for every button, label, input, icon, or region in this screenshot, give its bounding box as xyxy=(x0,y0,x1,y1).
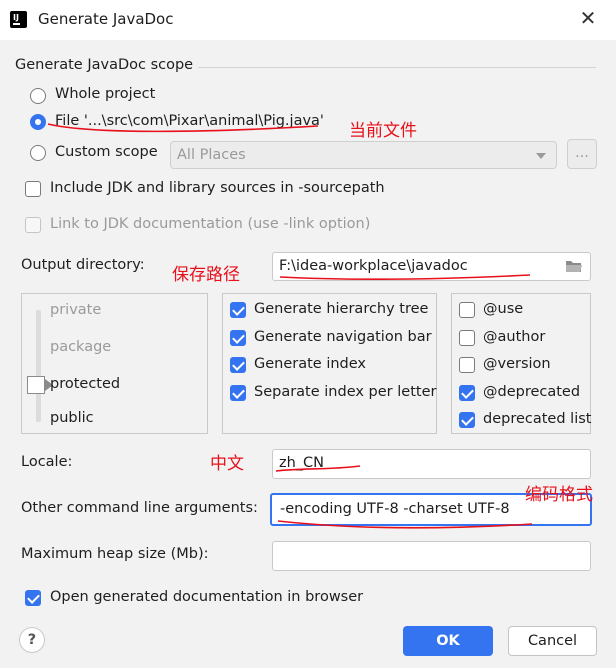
author-tag-checkbox[interactable] xyxy=(459,330,475,346)
file-scope-label[interactable]: File '...\src\com\Pixar\animal\Pig.java' xyxy=(55,113,324,129)
chevron-down-icon xyxy=(536,153,546,159)
locale-label: Locale: xyxy=(21,454,73,470)
section-separator xyxy=(198,67,596,68)
annotation-save-path: 保存路径 xyxy=(172,265,240,285)
heap-size-field[interactable] xyxy=(272,541,591,571)
deprecated-list-checkbox[interactable] xyxy=(459,412,475,428)
generate-index-label[interactable]: Generate index xyxy=(254,356,366,372)
help-button[interactable]: ? xyxy=(19,627,45,653)
custom-scope-radio[interactable] xyxy=(30,145,46,161)
link-jdk-label: Link to JDK documentation (use -link opt… xyxy=(50,216,371,232)
dialog-title: Generate JavaDoc xyxy=(38,10,174,28)
include-jdk-label[interactable]: Include JDK and library sources in -sour… xyxy=(50,180,385,196)
use-tag-checkbox[interactable] xyxy=(459,302,475,318)
close-icon[interactable]: ✕ xyxy=(576,6,600,30)
author-tag-label[interactable]: @author xyxy=(483,329,545,345)
intellij-app-icon: IJ xyxy=(9,10,28,29)
other-args-label: Other command line arguments: xyxy=(21,500,258,516)
whole-project-label[interactable]: Whole project xyxy=(55,86,155,102)
visibility-package[interactable]: package xyxy=(50,339,111,355)
custom-scope-combo-value: All Places xyxy=(177,147,246,163)
open-browser-checkbox[interactable] xyxy=(25,590,41,606)
visibility-slider-thumb[interactable] xyxy=(27,376,53,394)
version-tag-checkbox[interactable] xyxy=(459,357,475,373)
generate-index-checkbox[interactable] xyxy=(230,357,246,373)
custom-scope-label[interactable]: Custom scope xyxy=(55,144,158,160)
annotation-encoding: 编码格式 xyxy=(525,485,593,505)
use-tag-label[interactable]: @use xyxy=(483,301,523,317)
separate-index-checkbox[interactable] xyxy=(230,385,246,401)
output-directory-field[interactable]: F:\idea-workplace\javadoc xyxy=(272,252,591,281)
version-tag-label[interactable]: @version xyxy=(483,356,551,372)
whole-project-radio[interactable] xyxy=(30,88,46,104)
heap-size-label: Maximum heap size (Mb): xyxy=(21,546,209,562)
visibility-private[interactable]: private xyxy=(50,302,101,318)
folder-icon[interactable] xyxy=(565,259,583,274)
deprecated-tag-checkbox[interactable] xyxy=(459,385,475,401)
cancel-button[interactable]: Cancel xyxy=(508,626,597,656)
output-directory-label: Output directory: xyxy=(21,257,145,273)
open-browser-label[interactable]: Open generated documentation in browser xyxy=(50,589,363,605)
annotation-chinese: 中文 xyxy=(210,454,244,474)
scope-section-title: Generate JavaDoc scope xyxy=(15,57,194,73)
include-jdk-checkbox[interactable] xyxy=(25,181,41,197)
output-directory-value: F:\idea-workplace\javadoc xyxy=(279,258,468,274)
deprecated-tag-label[interactable]: @deprecated xyxy=(483,384,580,400)
navigation-bar-label[interactable]: Generate navigation bar xyxy=(254,329,432,345)
visibility-protected[interactable]: protected xyxy=(50,376,120,392)
custom-scope-combo[interactable]: All Places xyxy=(170,141,557,169)
separate-index-label[interactable]: Separate index per letter xyxy=(254,384,436,400)
deprecated-list-label[interactable]: deprecated list xyxy=(483,411,591,427)
other-args-value: -encoding UTF-8 -charset UTF-8 xyxy=(280,501,510,517)
link-jdk-checkbox xyxy=(25,217,41,233)
file-scope-radio[interactable] xyxy=(30,114,46,130)
browse-scope-button[interactable]: ... xyxy=(567,139,597,169)
navigation-bar-checkbox[interactable] xyxy=(230,330,246,346)
annotation-current-file: 当前文件 xyxy=(349,121,417,141)
visibility-slider-track[interactable] xyxy=(36,310,41,422)
locale-field[interactable]: zh_CN xyxy=(272,449,591,479)
visibility-public[interactable]: public xyxy=(50,410,94,426)
ok-button[interactable]: OK xyxy=(403,626,493,656)
hierarchy-tree-checkbox[interactable] xyxy=(230,302,246,318)
locale-value: zh_CN xyxy=(279,455,325,471)
hierarchy-tree-label[interactable]: Generate hierarchy tree xyxy=(254,301,428,317)
